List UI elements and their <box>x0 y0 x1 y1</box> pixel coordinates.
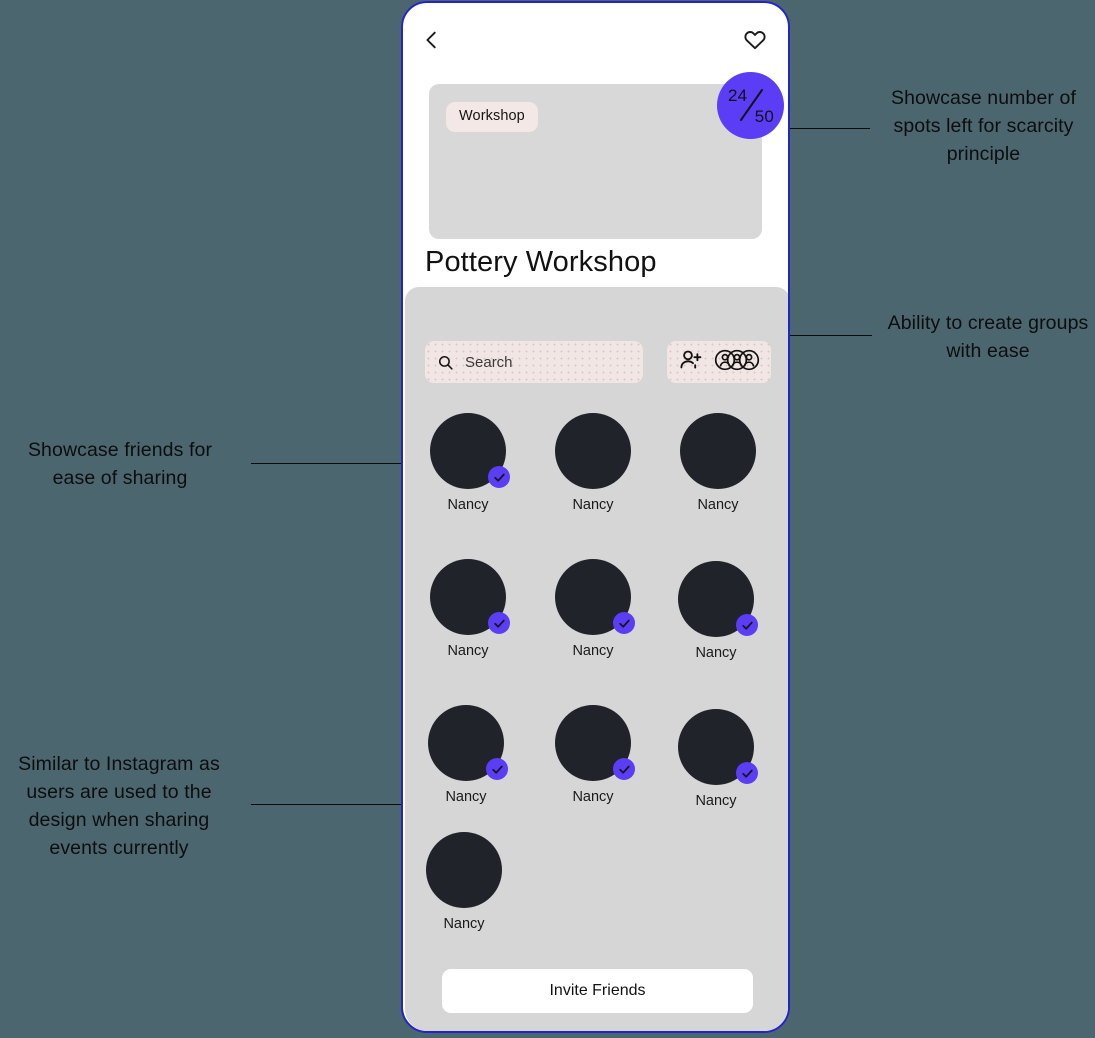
scarcity-badge: 24 50 <box>717 72 784 139</box>
friend-cell[interactable]: Nancy <box>412 832 516 932</box>
friend-name: Nancy <box>697 497 739 513</box>
create-group-icon <box>714 348 760 377</box>
friend-cell[interactable]: Nancy <box>666 413 770 513</box>
annotation-groups: Ability to create groups with ease <box>887 312 1089 362</box>
friend-cell[interactable]: Nancy <box>664 561 768 661</box>
friend-cell[interactable]: Nancy <box>414 705 518 805</box>
selected-check-badge <box>488 466 510 488</box>
invite-friends-button[interactable]: Invite Friends <box>442 969 753 1013</box>
friend-cell[interactable]: Nancy <box>664 709 768 809</box>
friend-cell[interactable]: Nancy <box>541 559 645 659</box>
friend-avatar-wrap <box>430 413 510 489</box>
selected-check-badge <box>486 758 508 780</box>
friend-cell[interactable]: Nancy <box>416 559 520 659</box>
selected-check-badge <box>613 758 635 780</box>
avatar[interactable] <box>680 413 756 489</box>
selected-check-badge <box>613 612 635 634</box>
spots-total-count: 50 <box>754 107 774 126</box>
friend-name: Nancy <box>572 643 614 659</box>
selected-check-badge <box>488 612 510 634</box>
selected-check-badge <box>736 762 758 784</box>
category-chip: Workshop <box>446 102 538 132</box>
friend-avatar-wrap <box>555 705 635 781</box>
avatar[interactable] <box>426 832 502 908</box>
selected-check-badge <box>736 614 758 636</box>
friend-avatar-wrap <box>678 709 758 785</box>
add-person-icon <box>678 347 704 378</box>
friend-name: Nancy <box>445 789 487 805</box>
chevron-left-icon <box>421 29 443 56</box>
friend-name: Nancy <box>695 645 737 661</box>
friend-name: Nancy <box>447 643 489 659</box>
leader-line-instagram <box>251 804 423 805</box>
leader-line-friends <box>251 463 423 464</box>
friend-name: Nancy <box>447 497 489 513</box>
phone-frame: Workshop 24 50 Pottery Workshop Search N… <box>401 1 790 1033</box>
friend-name: Nancy <box>695 793 737 809</box>
favorite-button[interactable] <box>740 27 770 57</box>
phone-topbar <box>403 3 788 75</box>
add-person-button[interactable] <box>678 347 704 378</box>
friend-name: Nancy <box>443 916 485 932</box>
avatar[interactable] <box>555 413 631 489</box>
friend-cell[interactable]: Nancy <box>416 413 520 513</box>
search-icon <box>437 354 454 371</box>
annotation-friends: Showcase friends for ease of sharing <box>27 439 213 489</box>
annotation-scarcity: Showcase number of spots left for scarci… <box>891 87 1076 165</box>
friend-avatar-wrap <box>426 832 502 908</box>
search-row: Search <box>425 341 771 383</box>
create-group-button[interactable] <box>714 348 760 377</box>
hero-image-placeholder: Workshop <box>429 84 762 239</box>
back-button[interactable] <box>417 27 447 57</box>
friend-avatar-wrap <box>555 413 631 489</box>
search-input[interactable]: Search <box>425 341 643 383</box>
friend-avatar-wrap <box>680 413 756 489</box>
group-actions <box>667 341 771 383</box>
friend-avatar-wrap <box>555 559 635 635</box>
friend-cell[interactable]: Nancy <box>541 413 645 513</box>
heart-outline-icon <box>743 28 767 57</box>
friend-avatar-wrap <box>428 705 508 781</box>
annotation-instagram: Similar to Instagram as users are used t… <box>18 753 220 859</box>
spots-taken-count: 24 <box>728 86 748 105</box>
friend-avatar-wrap <box>678 561 758 637</box>
event-title: Pottery Workshop <box>425 246 657 278</box>
search-input-text: Search <box>465 353 513 371</box>
friend-cell[interactable]: Nancy <box>541 705 645 805</box>
friend-name: Nancy <box>572 789 614 805</box>
invite-sheet: Search Nancy Nancy Nancy Nancy Nancy Nan… <box>405 287 788 1031</box>
friend-name: Nancy <box>572 497 614 513</box>
friend-avatar-wrap <box>430 559 510 635</box>
